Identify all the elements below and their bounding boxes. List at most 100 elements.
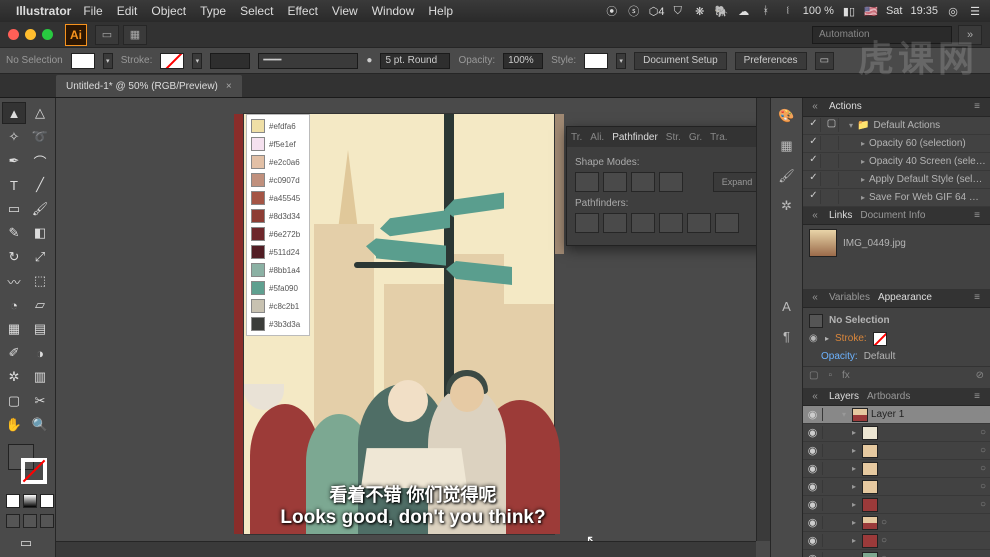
line-tool[interactable]: ╱ xyxy=(28,174,52,196)
status-bluetooth-icon[interactable]: ᚼ xyxy=(759,5,773,17)
divide-button[interactable] xyxy=(575,213,599,233)
tab-links[interactable]: Links xyxy=(829,210,852,221)
unite-button[interactable] xyxy=(575,172,599,192)
toolbar-new-doc-icon[interactable]: ▭ xyxy=(95,25,119,45)
visibility-toggle[interactable]: ◉ xyxy=(803,444,823,457)
menu-view[interactable]: View xyxy=(332,4,358,18)
rectangle-tool[interactable]: ▭ xyxy=(2,198,26,220)
mesh-tool[interactable]: ▦ xyxy=(2,318,26,340)
menu-file[interactable]: File xyxy=(83,4,102,18)
minus-back-button[interactable] xyxy=(715,213,739,233)
menu-type[interactable]: Type xyxy=(200,4,226,18)
perspective-tool[interactable]: ▱ xyxy=(28,294,52,316)
status-icon[interactable]: ⬡4 xyxy=(649,5,663,18)
menu-object[interactable]: Object xyxy=(151,4,186,18)
palette-swatch[interactable] xyxy=(251,317,265,331)
palette-row[interactable]: #e2c0a6 xyxy=(251,155,305,169)
palette-swatch[interactable] xyxy=(251,299,265,313)
hand-tool[interactable]: ✋ xyxy=(2,414,26,436)
toolbar-arrange-icon[interactable]: ▦ xyxy=(123,25,147,45)
layer-row[interactable]: ◉▸○ xyxy=(803,424,990,442)
stroke-dropdown[interactable]: ▾ xyxy=(192,53,202,69)
menu-select[interactable]: Select xyxy=(240,4,273,18)
status-cc-icon[interactable]: ☁ xyxy=(737,5,751,18)
visibility-toggle[interactable]: ◉ xyxy=(803,516,823,529)
clear-icon[interactable]: ⊘ xyxy=(976,370,984,381)
color-mode-none[interactable] xyxy=(40,494,54,508)
action-row[interactable]: ✓▸Save For Web GIF 64 Dithe... xyxy=(803,189,990,207)
panel-collapse-icon[interactable]: « xyxy=(809,210,821,221)
status-flag-icon[interactable]: 🇺🇸 xyxy=(864,5,878,18)
visibility-toggle[interactable]: ◉ xyxy=(803,534,823,547)
dock-swatches-icon[interactable]: ▦ xyxy=(777,136,797,156)
status-wifi-icon[interactable]: ⧙ xyxy=(781,5,795,18)
action-row[interactable]: ✓▸Apply Default Style (select... xyxy=(803,171,990,189)
tab-align[interactable]: Ali. xyxy=(590,132,604,143)
minus-front-button[interactable] xyxy=(603,172,627,192)
layer-row[interactable]: ◉▸○ xyxy=(803,514,990,532)
trim-button[interactable] xyxy=(603,213,627,233)
dock-paragraph-icon[interactable]: ¶ xyxy=(777,326,797,346)
dock-character-icon[interactable]: A xyxy=(777,296,797,316)
status-icon[interactable]: ❋ xyxy=(693,5,707,18)
draw-normal[interactable] xyxy=(6,514,20,528)
blend-tool[interactable]: ◑ xyxy=(28,342,52,364)
panel-menu-icon[interactable]: ≡ xyxy=(970,101,984,112)
eraser-tool[interactable]: ◧ xyxy=(28,222,52,244)
layer-row[interactable]: ◉▸○ xyxy=(803,496,990,514)
expand-button[interactable]: Expand xyxy=(713,172,761,192)
menu-window[interactable]: Window xyxy=(372,4,415,18)
appearance-opacity-row[interactable]: Opacity: Default xyxy=(803,348,990,366)
status-battery-pct[interactable]: 100 % xyxy=(803,5,834,17)
layer-row[interactable]: ◉▸○ xyxy=(803,532,990,550)
status-skype-icon[interactable]: ⓢ xyxy=(627,3,641,19)
opacity-input[interactable]: 100% xyxy=(503,53,543,69)
style-dropdown[interactable]: ▾ xyxy=(616,53,626,69)
document-tab[interactable]: Untitled-1* @ 50% (RGB/Preview) × xyxy=(56,75,242,97)
screen-mode-button[interactable]: ▭ xyxy=(2,532,50,554)
palette-row[interactable]: #8d3d34 xyxy=(251,209,305,223)
preferences-button[interactable]: Preferences xyxy=(735,52,807,70)
layer-row[interactable]: ◉▸○ xyxy=(803,442,990,460)
dock-color-icon[interactable]: 🎨 xyxy=(777,106,797,126)
exclude-button[interactable] xyxy=(659,172,683,192)
dock-symbols-icon[interactable]: ✲ xyxy=(777,196,797,216)
tab-artboards[interactable]: Artboards xyxy=(867,391,910,402)
visibility-toggle[interactable]: ◉ xyxy=(803,426,823,439)
palette-row[interactable]: #efdfa6 xyxy=(251,119,305,133)
window-close-button[interactable] xyxy=(8,29,19,40)
tab-layers[interactable]: Layers xyxy=(829,391,859,402)
tab-transparency[interactable]: Tra. xyxy=(710,132,727,143)
pen-tool[interactable]: ✒ xyxy=(2,150,26,172)
palette-row[interactable]: #511d24 xyxy=(251,245,305,259)
slice-tool[interactable]: ✂ xyxy=(28,390,52,412)
lasso-tool[interactable]: ➰ xyxy=(28,126,52,148)
add-effect-icon[interactable]: fx xyxy=(842,370,850,381)
menu-edit[interactable]: Edit xyxy=(117,4,138,18)
status-time[interactable]: 19:35 xyxy=(910,5,938,17)
color-palette-panel[interactable]: #efdfa6#f5e1ef#e2c0a6#c0907d#a45545#8d3d… xyxy=(246,114,310,336)
menu-effect[interactable]: Effect xyxy=(287,4,317,18)
merge-button[interactable] xyxy=(631,213,655,233)
window-maximize-button[interactable] xyxy=(42,29,53,40)
paintbrush-tool[interactable]: 🖌 xyxy=(28,198,52,220)
crop-button[interactable] xyxy=(659,213,683,233)
palette-swatch[interactable] xyxy=(251,173,265,187)
stroke-weight-input[interactable] xyxy=(210,53,250,69)
magic-wand-tool[interactable]: ✧ xyxy=(2,126,26,148)
palette-swatch[interactable] xyxy=(251,191,265,205)
eyedropper-tool[interactable]: ✐ xyxy=(2,342,26,364)
tab-close-icon[interactable]: × xyxy=(226,81,232,92)
palette-swatch[interactable] xyxy=(251,227,265,241)
intersect-button[interactable] xyxy=(631,172,655,192)
panel-menu-icon[interactable]: ≡ xyxy=(970,210,984,221)
app-name[interactable]: Illustrator xyxy=(16,4,71,18)
horizontal-scrollbar[interactable] xyxy=(56,541,756,557)
status-notifications-icon[interactable]: ☰ xyxy=(968,5,982,18)
panel-collapse-icon[interactable]: « xyxy=(809,101,821,112)
align-button[interactable]: ▭ xyxy=(815,52,834,70)
free-transform-tool[interactable]: ⬚ xyxy=(28,270,52,292)
panel-collapse-icon[interactable]: « xyxy=(809,391,821,402)
panel-menu-icon[interactable]: ≡ xyxy=(970,391,984,402)
status-spotlight-icon[interactable]: ◎ xyxy=(946,5,960,18)
